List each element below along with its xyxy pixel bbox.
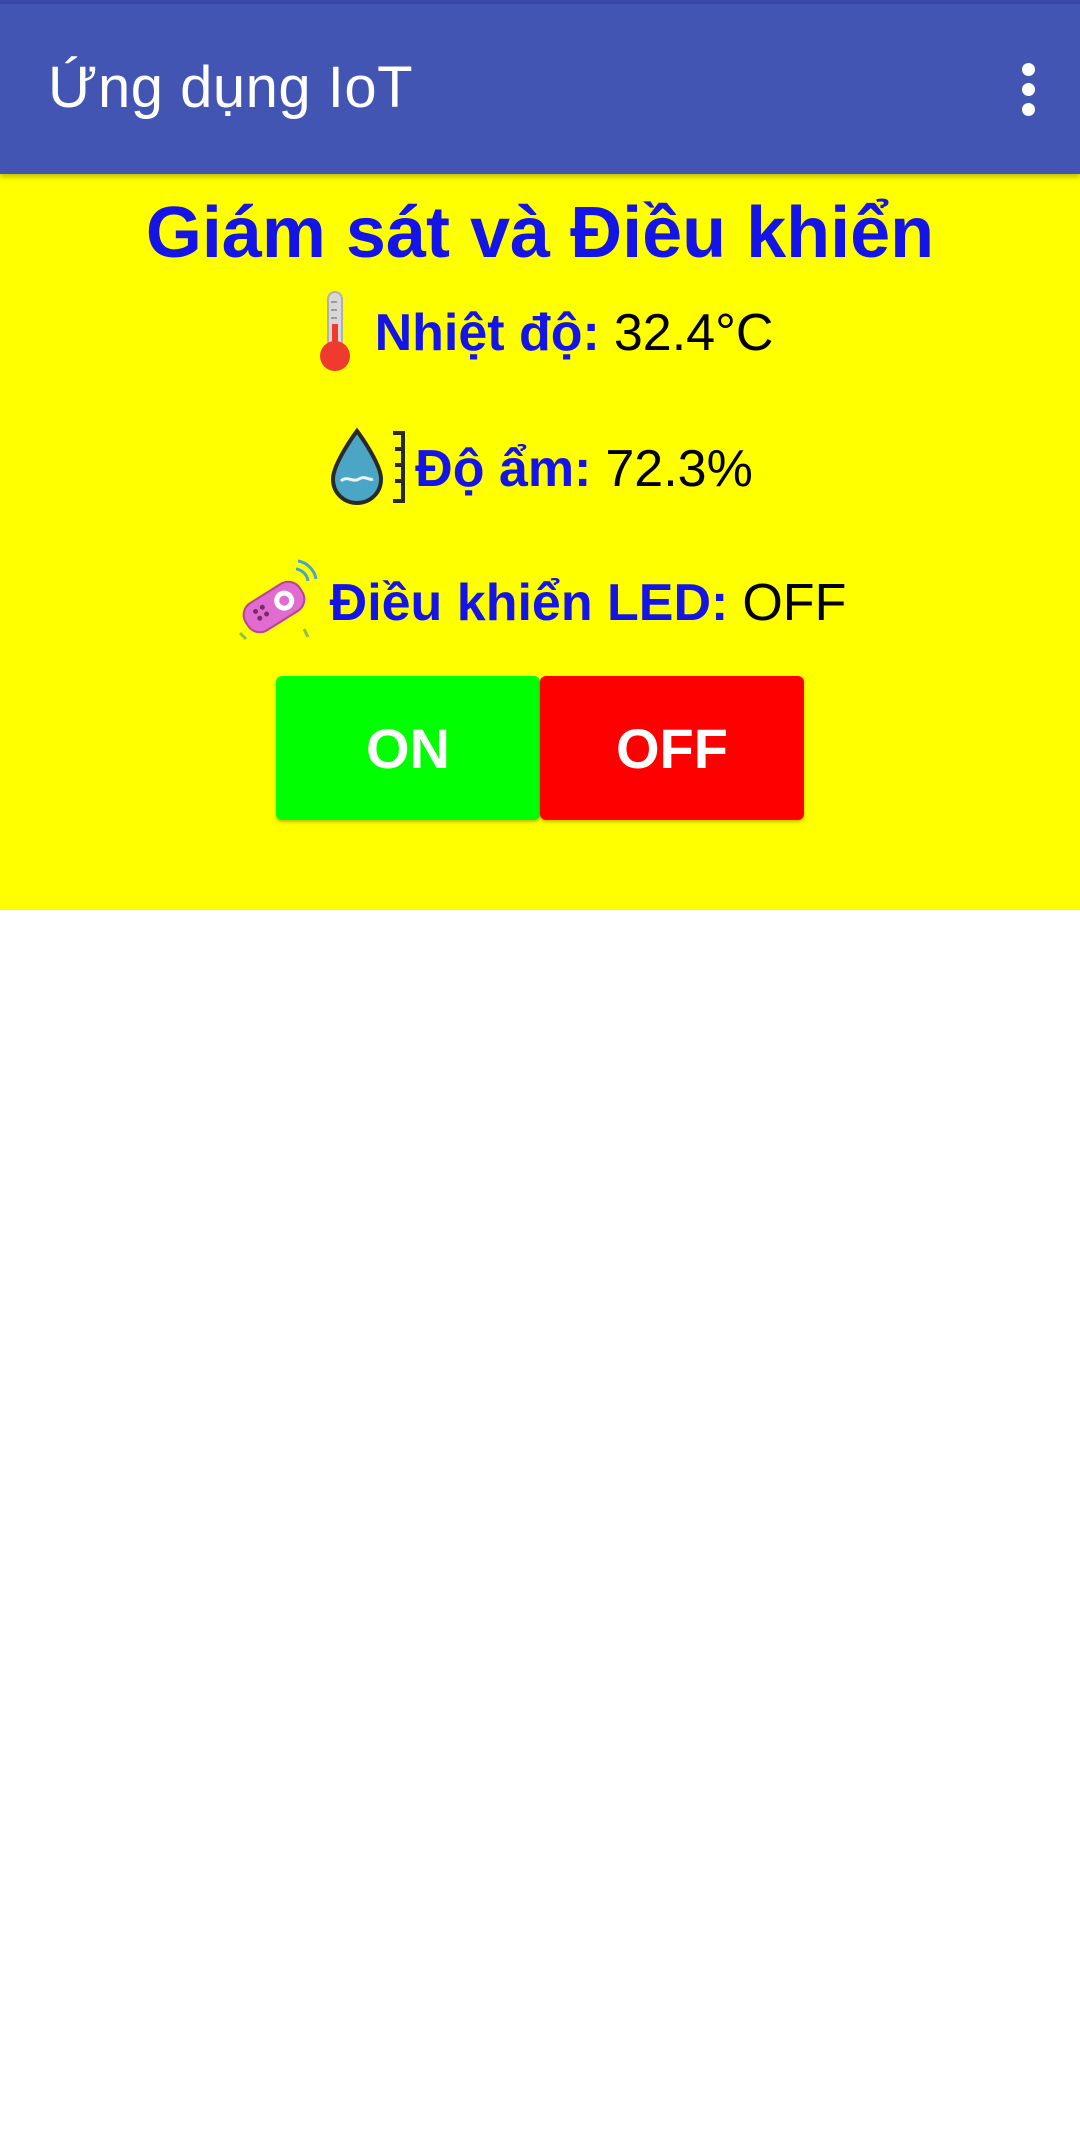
more-options-button[interactable] (996, 54, 1060, 124)
led-row: Điều khiển LED: OFF (0, 558, 1080, 648)
monitor-control-panel: Giám sát và Điều khiển Nhiệt độ: 32.4°C (0, 174, 1080, 910)
temperature-row: Nhiệt độ: 32.4°C (0, 288, 1080, 378)
remote-control-icon (234, 559, 318, 648)
humidity-value: 72.3% (605, 440, 753, 498)
app-title: Ứng dụng IoT (48, 55, 414, 120)
humidity-drop-icon (327, 425, 413, 514)
app-bar: Ứng dụng IoT (0, 4, 1080, 174)
led-on-button[interactable]: ON (276, 676, 540, 820)
thermometer-icon (307, 288, 363, 379)
temperature-label: Nhiệt độ: (374, 304, 600, 362)
humidity-label: Độ ẩm: (415, 440, 592, 498)
led-off-button[interactable]: OFF (540, 676, 804, 820)
led-status-value: OFF (742, 574, 847, 632)
humidity-row: Độ ẩm: 72.3% (0, 424, 1080, 514)
led-label: Điều khiển LED: (329, 574, 729, 632)
temperature-value: 32.4°C (613, 304, 774, 362)
page-title: Giám sát và Điều khiển (145, 193, 935, 273)
